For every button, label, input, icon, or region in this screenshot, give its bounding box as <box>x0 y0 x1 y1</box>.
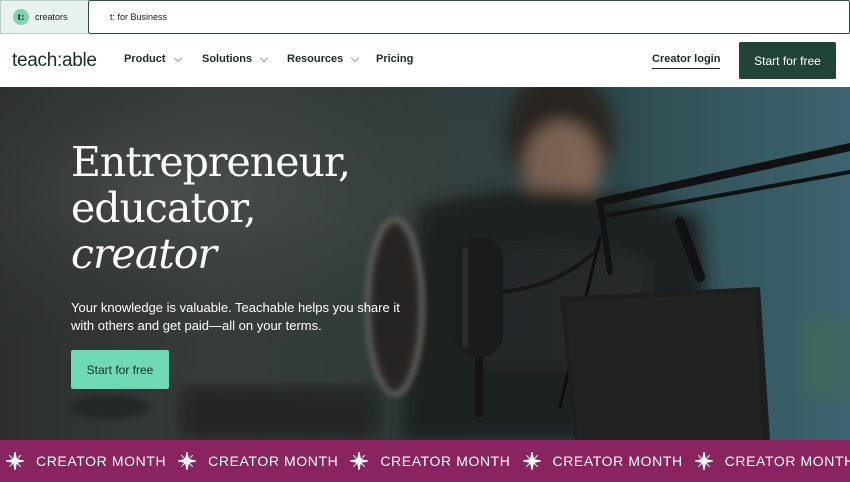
nav-item-label: Resources <box>287 53 344 65</box>
marquee-item: CREATOR MONTH <box>380 453 511 469</box>
marquee-item: CREATOR MONTH <box>208 453 339 469</box>
chevron-down-icon <box>173 53 182 62</box>
site-switcher: t: creators t: for Business <box>0 0 850 34</box>
teachable-logo-icon: t: <box>13 9 29 25</box>
chevron-down-icon <box>351 53 360 62</box>
business-tab-label: t: for Business <box>110 12 168 22</box>
marquee-item: CREATOR MONTH <box>724 453 850 469</box>
headline-line: educator, <box>71 184 257 232</box>
hero-section: Entrepreneur, educator, creator Your kno… <box>0 87 850 440</box>
hero-headline: Entrepreneur, educator, creator <box>71 138 351 278</box>
brand-logo[interactable]: teach:able <box>12 50 97 72</box>
chevron-down-icon <box>259 53 269 62</box>
hero-subtitle: Your knowledge is valuable. Teachable he… <box>71 300 400 333</box>
hero-start-for-free-button[interactable]: Start for free <box>71 350 169 389</box>
sparkle-icon <box>522 452 541 470</box>
creators-tab[interactable]: t: creators <box>0 0 88 34</box>
main-nav: teach:able Product Solutions Resources P… <box>0 34 850 87</box>
sparkle-icon <box>178 452 197 470</box>
headline-line: creator <box>71 230 217 278</box>
marquee-item: CREATOR MONTH <box>552 453 683 469</box>
nav-item-solutions[interactable]: Solutions <box>202 53 269 65</box>
business-tab[interactable]: t: for Business <box>88 0 850 34</box>
creator-login-link[interactable]: Creator login <box>652 53 721 69</box>
headline-line: Entrepreneur, <box>71 138 351 186</box>
nav-item-product[interactable]: Product <box>124 53 182 65</box>
sparkle-icon <box>694 452 713 470</box>
nav-item-label: Solutions <box>202 53 253 65</box>
nav-item-label: Product <box>124 53 166 65</box>
creator-month-banner[interactable]: CREATOR MONTH CREATOR MONTH CREATOR MONT… <box>0 440 850 482</box>
sparkle-icon <box>350 452 369 470</box>
marquee-item: CREATOR MONTH <box>36 453 167 469</box>
start-for-free-button[interactable]: Start for free <box>739 42 836 79</box>
nav-item-label: Pricing <box>376 53 414 65</box>
sparkle-icon <box>6 452 24 470</box>
creators-tab-label: creators <box>35 12 68 22</box>
nav-item-pricing[interactable]: Pricing <box>376 53 413 65</box>
nav-item-resources[interactable]: Resources <box>287 53 360 65</box>
marquee-track: CREATOR MONTH CREATOR MONTH CREATOR MONT… <box>0 440 850 482</box>
